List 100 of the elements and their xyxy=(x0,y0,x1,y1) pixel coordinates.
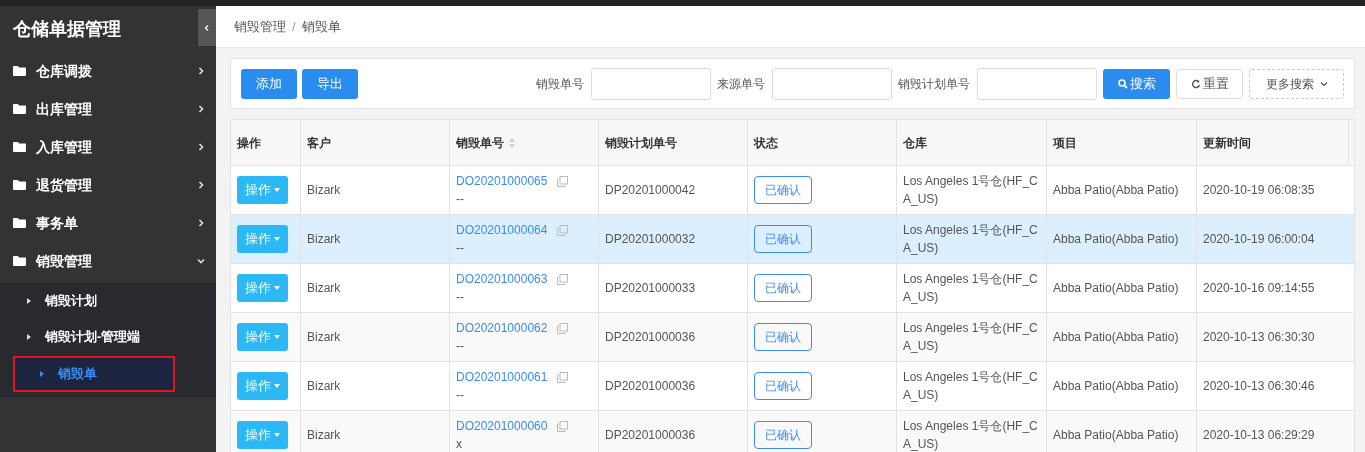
table-cell-text: Bizark xyxy=(307,231,341,248)
table-cell-text: DP20201000042 xyxy=(605,182,696,199)
table-row[interactable]: 操作 Bizark DO20201000064 -- DP20201000032 已确认 Los Angeles 1号仓(HF_CA_US) Abba Patio(Abba Patio) 2020-10-19 06:00:04 xyxy=(231,215,1354,264)
column-header: 操作 xyxy=(237,134,261,152)
filter-field[interactable] xyxy=(591,67,711,100)
copy-icon[interactable] xyxy=(557,322,569,334)
folder-icon xyxy=(13,256,26,266)
table-row[interactable]: 操作 Bizark DO20201000060 x DP20201000036 已确认 Los Angeles 1号仓(HF_CA_US) Abba Patio(Abba Patio) 2020-10-13 06:29:29 xyxy=(231,411,1354,452)
table-cell-text: 2020-10-19 06:00:04 xyxy=(1203,231,1315,248)
reset-button[interactable]: 重置 xyxy=(1176,68,1243,99)
more-search-button[interactable]: 更多搜索 xyxy=(1249,68,1344,99)
folder-icon xyxy=(13,218,26,228)
chevron-right-icon xyxy=(196,66,206,76)
copy-icon[interactable] xyxy=(557,273,569,285)
table-cell-text: Bizark xyxy=(307,329,341,346)
menu-item[interactable]: 事务单 xyxy=(0,204,216,242)
table-cell-text: Los Angeles 1号仓(HF_CA_US) xyxy=(903,173,1039,208)
menu-item[interactable]: 仓库调拨 xyxy=(0,52,216,90)
menu-item[interactable]: 入库管理 xyxy=(0,128,216,166)
breadcrumb-item[interactable]: 销毁单 xyxy=(301,16,341,37)
table-cell-text: Abba Patio(Abba Patio) xyxy=(1053,427,1179,444)
refresh-icon xyxy=(1190,78,1201,89)
column-header: 销毁计划单号 xyxy=(605,134,677,152)
menu-item[interactable]: 出库管理 xyxy=(0,90,216,128)
table-row[interactable]: 操作 Bizark DO20201000062 -- DP20201000036 已确认 Los Angeles 1号仓(HF_CA_US) Abba Patio(Abba Patio) 2020-10-13 06:30:30 xyxy=(231,313,1354,362)
filter-label: 销毁单号 xyxy=(536,75,584,93)
caret-down-icon xyxy=(274,237,280,241)
table-cell-text: Bizark xyxy=(307,378,341,395)
table-cell-text: DP20201000033 xyxy=(605,280,696,297)
status-tag: 已确认 xyxy=(754,176,812,204)
order-link[interactable]: DO20201000061 xyxy=(456,368,548,386)
column-header: 项目 xyxy=(1053,134,1077,152)
copy-icon[interactable] xyxy=(557,420,569,432)
table-row[interactable]: 操作 Bizark DO20201000065 -- DP20201000042 已确认 Los Angeles 1号仓(HF_CA_US) Abba Patio(Abba Patio) 2020-10-19 06:08:35 xyxy=(231,166,1354,215)
chevron-left-icon xyxy=(203,23,211,32)
table-cell-text: Abba Patio(Abba Patio) xyxy=(1053,280,1179,297)
status-tag: 已确认 xyxy=(754,225,812,253)
folder-icon xyxy=(13,104,26,114)
table-cell-text: 2020-10-13 06:29:29 xyxy=(1203,427,1315,444)
table-cell-text: 2020-10-13 06:30:30 xyxy=(1203,329,1315,346)
caret-down-icon xyxy=(274,384,280,388)
caret-down-icon xyxy=(274,286,280,290)
copy-icon[interactable] xyxy=(557,224,569,236)
table-cell-text: DP20201000036 xyxy=(605,378,696,395)
search-icon xyxy=(1117,78,1128,89)
submenu-item[interactable]: 销毁单 xyxy=(13,356,175,392)
table-cell-text: Los Angeles 1号仓(HF_CA_US) xyxy=(903,271,1039,306)
sort-icon[interactable] xyxy=(508,136,516,149)
filter-label: 销毁计划单号 xyxy=(898,75,970,93)
status-tag: 已确认 xyxy=(754,274,812,302)
breadcrumb-separator: / xyxy=(292,17,296,36)
breadcrumb-item[interactable]: 销毁管理 xyxy=(234,16,286,37)
caret-icon xyxy=(40,371,44,377)
table-cell-text: Abba Patio(Abba Patio) xyxy=(1053,231,1179,248)
status-tag: 已确认 xyxy=(754,421,812,449)
status-tag: 已确认 xyxy=(754,372,812,400)
table-cell-text: DP20201000036 xyxy=(605,427,696,444)
caret-down-icon xyxy=(274,335,280,339)
table-cell-text: Bizark xyxy=(307,427,341,444)
menu-item[interactable]: 销毁管理 xyxy=(0,242,216,280)
column-header: 客户 xyxy=(307,134,331,152)
app-title: 仓储单据管理 xyxy=(13,17,121,41)
table-cell-text: 2020-10-19 06:08:35 xyxy=(1203,182,1315,199)
table-row[interactable]: 操作 Bizark DO20201000063 -- DP20201000033 已确认 Los Angeles 1号仓(HF_CA_US) Abba Patio(Abba Patio) 2020-10-16 09:14:55 xyxy=(231,264,1354,313)
table-cell-text: -- xyxy=(456,240,465,257)
chevron-down-icon xyxy=(196,256,206,266)
folder-icon xyxy=(13,142,26,152)
table-cell-text: Abba Patio(Abba Patio) xyxy=(1053,329,1179,346)
table-cell-text: -- xyxy=(456,191,465,208)
chevron-down-icon xyxy=(1319,80,1328,87)
chevron-right-icon xyxy=(196,104,206,114)
column-header: 状态 xyxy=(754,134,778,152)
table-cell-text: Bizark xyxy=(307,280,341,297)
submenu-item[interactable]: 销毁计划 xyxy=(0,283,216,319)
table-cell-text: Los Angeles 1号仓(HF_CA_US) xyxy=(903,222,1039,257)
caret-down-icon xyxy=(274,188,280,192)
folder-icon xyxy=(13,66,26,76)
folder-icon xyxy=(13,180,26,190)
copy-icon[interactable] xyxy=(557,371,569,383)
chevron-right-icon xyxy=(196,180,206,190)
chevron-right-icon xyxy=(196,218,206,228)
table-cell-text: 2020-10-13 06:30:46 xyxy=(1203,378,1315,395)
collapse-button[interactable] xyxy=(198,9,216,46)
order-link[interactable]: DO20201000063 xyxy=(456,270,548,288)
column-header: 更新时间 xyxy=(1203,134,1251,152)
table-row[interactable]: 操作 Bizark DO20201000061 -- DP20201000036 已确认 Los Angeles 1号仓(HF_CA_US) Abba Patio(Abba Patio) 2020-10-13 06:30:46 xyxy=(231,362,1354,411)
caret-down-icon xyxy=(274,433,280,437)
table-cell-text: 2020-10-16 09:14:55 xyxy=(1203,280,1315,297)
copy-icon[interactable] xyxy=(557,175,569,187)
table-cell-text: Los Angeles 1号仓(HF_CA_US) xyxy=(903,418,1039,452)
table-cell-text: Bizark xyxy=(307,182,341,199)
table-cell-text: x xyxy=(456,436,463,452)
filter-field[interactable] xyxy=(772,67,892,100)
submenu-item[interactable]: 销毁计划-管理端 xyxy=(0,319,216,355)
table-cell-text: DP20201000036 xyxy=(605,329,696,346)
filter-field[interactable] xyxy=(977,67,1097,100)
menu-item[interactable]: 退货管理 xyxy=(0,166,216,204)
table-cell-text: -- xyxy=(456,387,465,404)
table-cell-text: Abba Patio(Abba Patio) xyxy=(1053,182,1179,199)
order-link[interactable]: DO20201000065 xyxy=(456,172,548,190)
